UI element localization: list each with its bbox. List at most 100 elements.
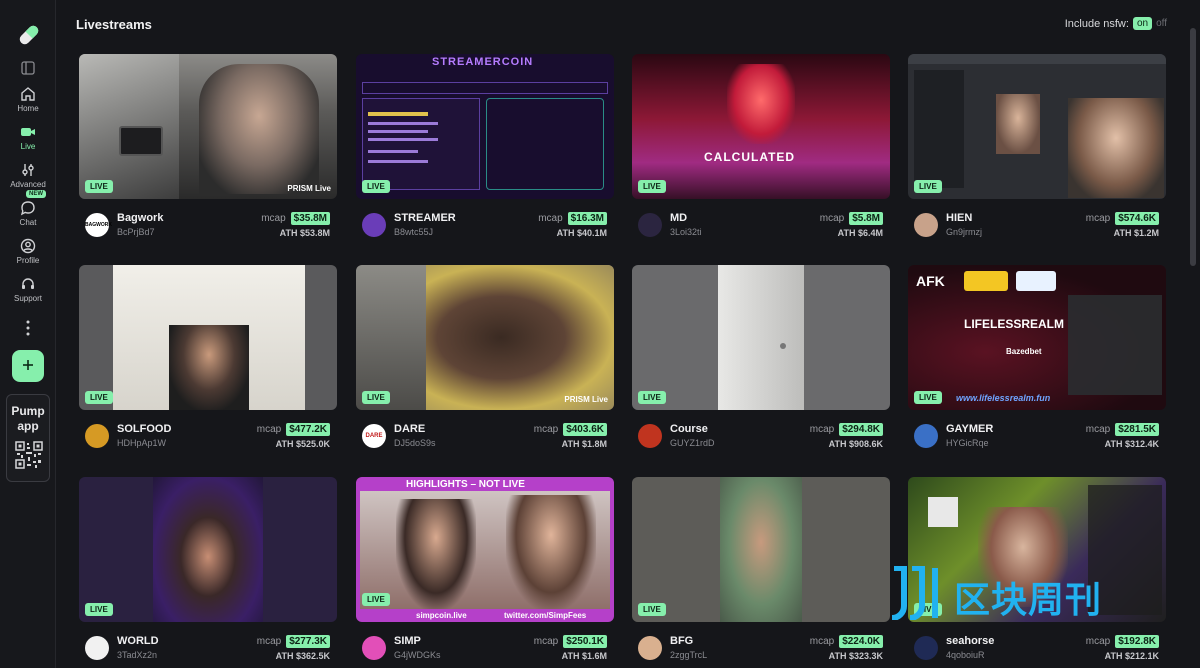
ath-label: ATH — [1104, 651, 1123, 661]
stream-thumbnail[interactable]: CALCULATED LIVE — [632, 54, 890, 199]
nav-support[interactable]: Support — [0, 276, 56, 312]
token-avatar — [638, 213, 662, 237]
market-cap: mcap $16.3M — [538, 212, 607, 225]
stream-thumbnail[interactable]: LIVE — [632, 265, 890, 410]
sidebar-collapse-icon[interactable] — [20, 60, 36, 76]
sliders-icon — [22, 164, 34, 176]
token-name: Course — [670, 423, 708, 435]
mcap-label: mcap — [533, 424, 559, 435]
ath: ATH $1.6M — [562, 651, 607, 661]
create-button[interactable] — [12, 350, 44, 382]
lifelessrealm-url: www.lifelessrealm.fun — [956, 393, 1051, 403]
token-name: Bagwork — [117, 212, 164, 224]
mcap-value: $403.6K — [563, 423, 607, 436]
ath-value: $40.1M — [576, 228, 607, 238]
ath-value: $362.5K — [295, 651, 330, 661]
market-cap: mcap $192.8K — [1086, 635, 1159, 648]
live-badge: LIVE — [638, 391, 666, 404]
market-cap: mcap $403.6K — [534, 423, 607, 436]
stream-thumbnail[interactable]: LIVE — [908, 54, 1166, 199]
stream-thumbnail[interactable]: PRISM Live LIVE — [79, 54, 337, 199]
token-address: BcPrjBd7 — [117, 227, 155, 237]
live-badge: LIVE — [362, 593, 390, 606]
video-camera-icon — [21, 128, 35, 136]
token-avatar — [362, 213, 386, 237]
live-badge: LIVE — [85, 180, 113, 193]
token-address: Gn9jrmzj — [946, 227, 983, 237]
nsfw-off-option[interactable]: off — [1156, 18, 1167, 29]
page-scrollbar[interactable] — [1190, 28, 1196, 266]
nsfw-label: Include nsfw: — [1064, 17, 1129, 30]
ath: ATH $323.3K — [829, 651, 883, 661]
ath: ATH $312.4K — [1105, 439, 1159, 449]
simpcoin-url: simpcoin.live — [416, 611, 467, 620]
nsfw-on-option[interactable]: on — [1132, 17, 1153, 30]
ath: ATH $212.1K — [1105, 651, 1159, 661]
ath-value: $908.6K — [848, 439, 883, 449]
nav-chat-label: Chat — [19, 218, 37, 227]
ath-label: ATH — [275, 651, 294, 661]
mcap-value: $477.2K — [286, 423, 330, 436]
streamercoin-banner: STREAMERCOIN — [432, 56, 534, 68]
live-badge: LIVE — [362, 180, 390, 193]
market-cap: mcap $224.0K — [810, 635, 883, 648]
more-vertical-icon[interactable] — [22, 318, 34, 338]
mcap-value: $277.3K — [286, 635, 330, 648]
ath-value: $6.4M — [857, 228, 883, 238]
ath: ATH $6.4M — [838, 228, 883, 238]
token-avatar — [914, 213, 938, 237]
ath-label: ATH — [279, 228, 298, 238]
token-avatar: DARE — [362, 424, 386, 448]
qr-code-icon — [15, 441, 43, 469]
nav-live[interactable]: Live — [0, 124, 56, 160]
nav-home-label: Home — [17, 104, 39, 113]
ath-label: ATH — [828, 651, 847, 661]
market-cap: mcap $574.6K — [1086, 212, 1159, 225]
nav-home[interactable]: Home — [0, 86, 56, 122]
token-address: HYGicRqe — [946, 438, 989, 448]
prism-live-watermark: PRISM Live — [564, 395, 608, 404]
mcap-label: mcap — [256, 424, 282, 435]
mcap-label: mcap — [256, 636, 282, 647]
stream-thumbnail[interactable]: AFK LIFELESSREALM Bazedbet www.lifelessr… — [908, 265, 1166, 410]
nav-chat[interactable]: NEW Chat — [0, 190, 56, 236]
live-badge: LIVE — [85, 603, 113, 616]
token-address: 2zggTrcL — [670, 650, 708, 660]
nav-profile-label: Profile — [16, 256, 40, 265]
stream-thumbnail[interactable]: PRISM Live LIVE — [356, 265, 614, 410]
nav-support-label: Support — [13, 294, 43, 303]
mcap-value: $5.8M — [849, 212, 883, 225]
token-avatar — [914, 424, 938, 448]
nsfw-toggle[interactable]: Include nsfw: on off — [1065, 17, 1167, 30]
plus-icon — [23, 359, 33, 370]
stream-thumbnail[interactable]: STREAMERCOIN LIVE — [356, 54, 614, 199]
market-cap: mcap $35.8M — [261, 212, 330, 225]
ath-value: $1.8M — [581, 439, 607, 449]
ath-value: $53.8M — [299, 228, 330, 238]
page-title: Livestreams — [76, 17, 152, 32]
pump-app-promo[interactable]: Pump app — [6, 394, 50, 482]
token-address: B8wtc55J — [394, 227, 434, 237]
pump-app-label: Pump app — [11, 404, 45, 433]
mcap-label: mcap — [809, 636, 835, 647]
token-name: seahorse — [946, 635, 995, 647]
stream-thumbnail[interactable]: LIVE — [79, 265, 337, 410]
ath-label: ATH — [1104, 439, 1123, 449]
token-name: WORLD — [117, 635, 159, 647]
ath: ATH $525.0K — [276, 439, 330, 449]
nav-profile[interactable]: Profile — [0, 238, 56, 274]
mcap-value: $16.3M — [567, 212, 607, 225]
mcap-value: $192.8K — [1115, 635, 1159, 648]
stream-thumbnail[interactable]: LIVE — [632, 477, 890, 622]
market-cap: mcap $281.5K — [1086, 423, 1159, 436]
market-cap: mcap $477.2K — [257, 423, 330, 436]
ath: ATH $1.8M — [562, 439, 607, 449]
ath-label: ATH — [1113, 228, 1132, 238]
mcap-label: mcap — [261, 213, 286, 224]
pill-logo-icon[interactable] — [16, 22, 42, 48]
stream-thumbnail[interactable]: HIGHLIGHTS – NOT LIVE simpcoin.live twit… — [356, 477, 614, 622]
new-badge: NEW — [26, 190, 46, 198]
token-name: BFG — [670, 635, 694, 647]
mcap-value: $250.1K — [563, 635, 607, 648]
stream-thumbnail[interactable]: LIVE — [79, 477, 337, 622]
